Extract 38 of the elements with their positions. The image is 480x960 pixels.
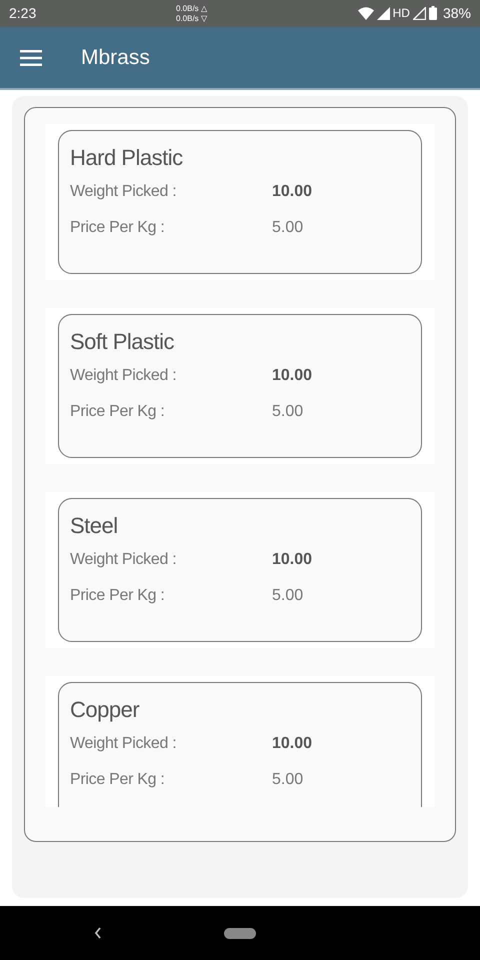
price-label: Price Per Kg :	[70, 403, 166, 422]
price-label: Price Per Kg :	[70, 771, 166, 790]
app-title: Mbrass	[81, 46, 150, 70]
menu-icon	[20, 50, 42, 66]
material-name: Copper	[70, 697, 140, 724]
battery-icon	[428, 6, 437, 20]
material-name: Soft Plastic	[70, 329, 176, 356]
weight-label: Weight Picked :	[70, 735, 178, 754]
wifi-icon	[358, 6, 374, 20]
material-item[interactable]: Steel Weight Picked : 10.00 Price Per Kg : 5.00	[45, 492, 435, 648]
material-item[interactable]: Soft Plastic Weight Picked : 10.00 Price Per Kg : 5.00	[45, 308, 435, 464]
weight-label: Weight Picked :	[70, 183, 178, 202]
weight-label: Weight Picked :	[70, 367, 178, 386]
upload-speed: 0.0B/s △	[176, 4, 207, 14]
battery-level: 38%	[442, 5, 471, 22]
weight-value: 10.00	[272, 735, 312, 754]
back-icon[interactable]	[94, 927, 102, 940]
price-value: 5.00	[272, 219, 304, 238]
menu-button[interactable]	[20, 50, 42, 66]
signal-icon	[376, 6, 390, 20]
signal-icon	[412, 6, 426, 20]
material-item[interactable]: Copper Weight Picked : 10.00 Price Per Kg : 5.00	[45, 676, 435, 808]
home-button[interactable]	[224, 928, 256, 939]
price-value: 5.00	[272, 587, 304, 606]
weight-value: 10.00	[272, 183, 312, 202]
price-value: 5.00	[272, 403, 304, 422]
weight-value: 10.00	[272, 551, 312, 570]
weight-label: Weight Picked :	[70, 551, 178, 570]
weight-value: 10.00	[272, 367, 312, 386]
price-label: Price Per Kg :	[70, 219, 166, 238]
network-type: HD	[392, 6, 410, 20]
material-name: Hard Plastic	[70, 145, 184, 172]
material-item[interactable]: Hard Plastic Weight Picked : 10.00 Price Per Kg : 5.00	[45, 124, 435, 280]
material-name: Steel	[70, 513, 119, 540]
status-time: 2:23	[9, 5, 36, 22]
price-value: 5.00	[272, 771, 304, 790]
price-label: Price Per Kg :	[70, 587, 166, 606]
download-speed: 0.0B/s ▽	[176, 14, 207, 24]
